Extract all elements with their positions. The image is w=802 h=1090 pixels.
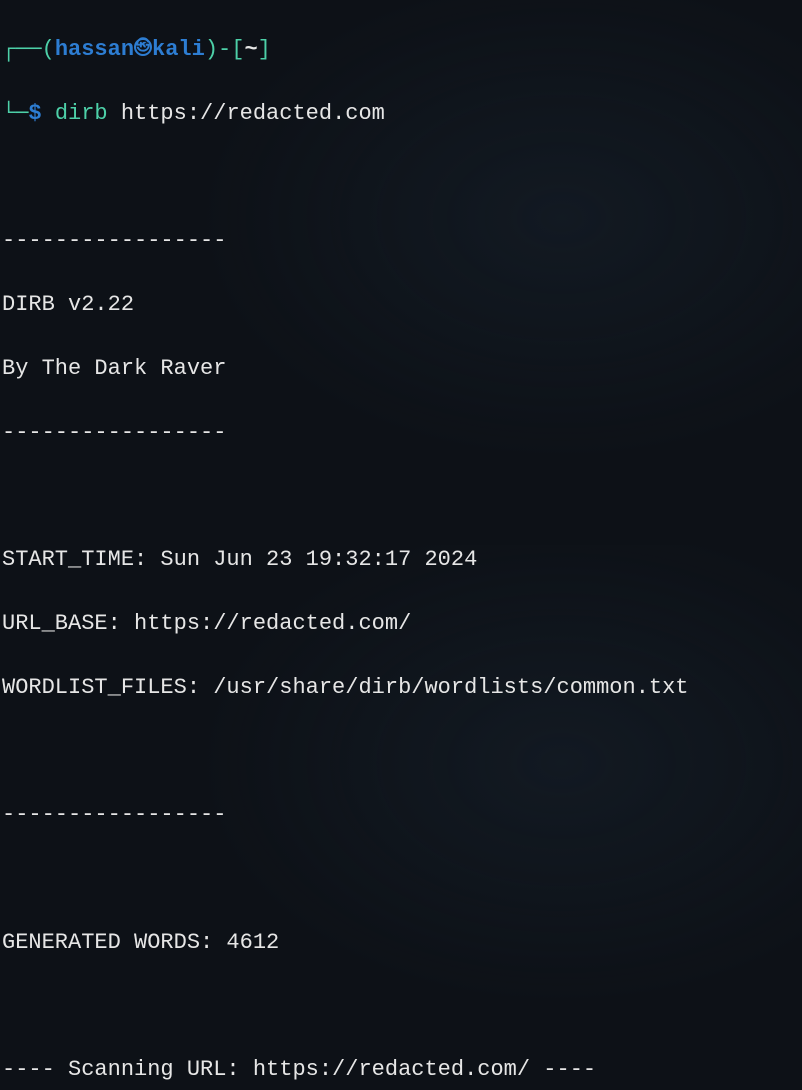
blank-line bbox=[2, 480, 800, 512]
output-banner-2: By The Dark Raver bbox=[2, 353, 800, 385]
box-corner-top: ┌── bbox=[2, 37, 42, 62]
box-corner-bottom: └─ bbox=[2, 101, 28, 126]
prompt-host: kali bbox=[152, 37, 205, 62]
output-url-base: URL_BASE: https://redacted.com/ bbox=[2, 608, 800, 640]
prompt-user: hassan bbox=[55, 37, 134, 62]
blank-line bbox=[2, 991, 800, 1023]
prompt-path: ~ bbox=[244, 37, 257, 62]
dash: - bbox=[218, 37, 231, 62]
blank-line bbox=[2, 863, 800, 895]
blank-line bbox=[2, 161, 800, 193]
output-banner-1: DIRB v2.22 bbox=[2, 289, 800, 321]
command-name: dirb bbox=[55, 101, 108, 126]
kali-logo-icon: ㉿ bbox=[134, 34, 152, 66]
terminal-output[interactable]: ┌──(hassan㉿kali)-[~] └─$ dirb https://re… bbox=[2, 2, 800, 1090]
output-start-time: START_TIME: Sun Jun 23 19:32:17 2024 bbox=[2, 544, 800, 576]
command-arg: https://redacted.com bbox=[121, 101, 385, 126]
output-separator-top: ----------------- bbox=[2, 225, 800, 257]
blank-line bbox=[2, 735, 800, 767]
output-separator-bot: ----------------- bbox=[2, 799, 800, 831]
prompt-symbol: $ bbox=[28, 101, 41, 126]
bracket-open: [ bbox=[231, 37, 244, 62]
output-wordlist: WORDLIST_FILES: /usr/share/dirb/wordlist… bbox=[2, 672, 800, 704]
output-scanning-url: ---- Scanning URL: https://redacted.com/… bbox=[2, 1054, 800, 1086]
paren-close: ) bbox=[205, 37, 218, 62]
prompt-line-1: ┌──(hassan㉿kali)-[~] bbox=[2, 34, 800, 66]
prompt-line-2: └─$ dirb https://redacted.com bbox=[2, 98, 800, 130]
output-separator-mid: ----------------- bbox=[2, 417, 800, 449]
paren-open: ( bbox=[42, 37, 55, 62]
output-generated-words: GENERATED WORDS: 4612 bbox=[2, 927, 800, 959]
bracket-close: ] bbox=[258, 37, 271, 62]
